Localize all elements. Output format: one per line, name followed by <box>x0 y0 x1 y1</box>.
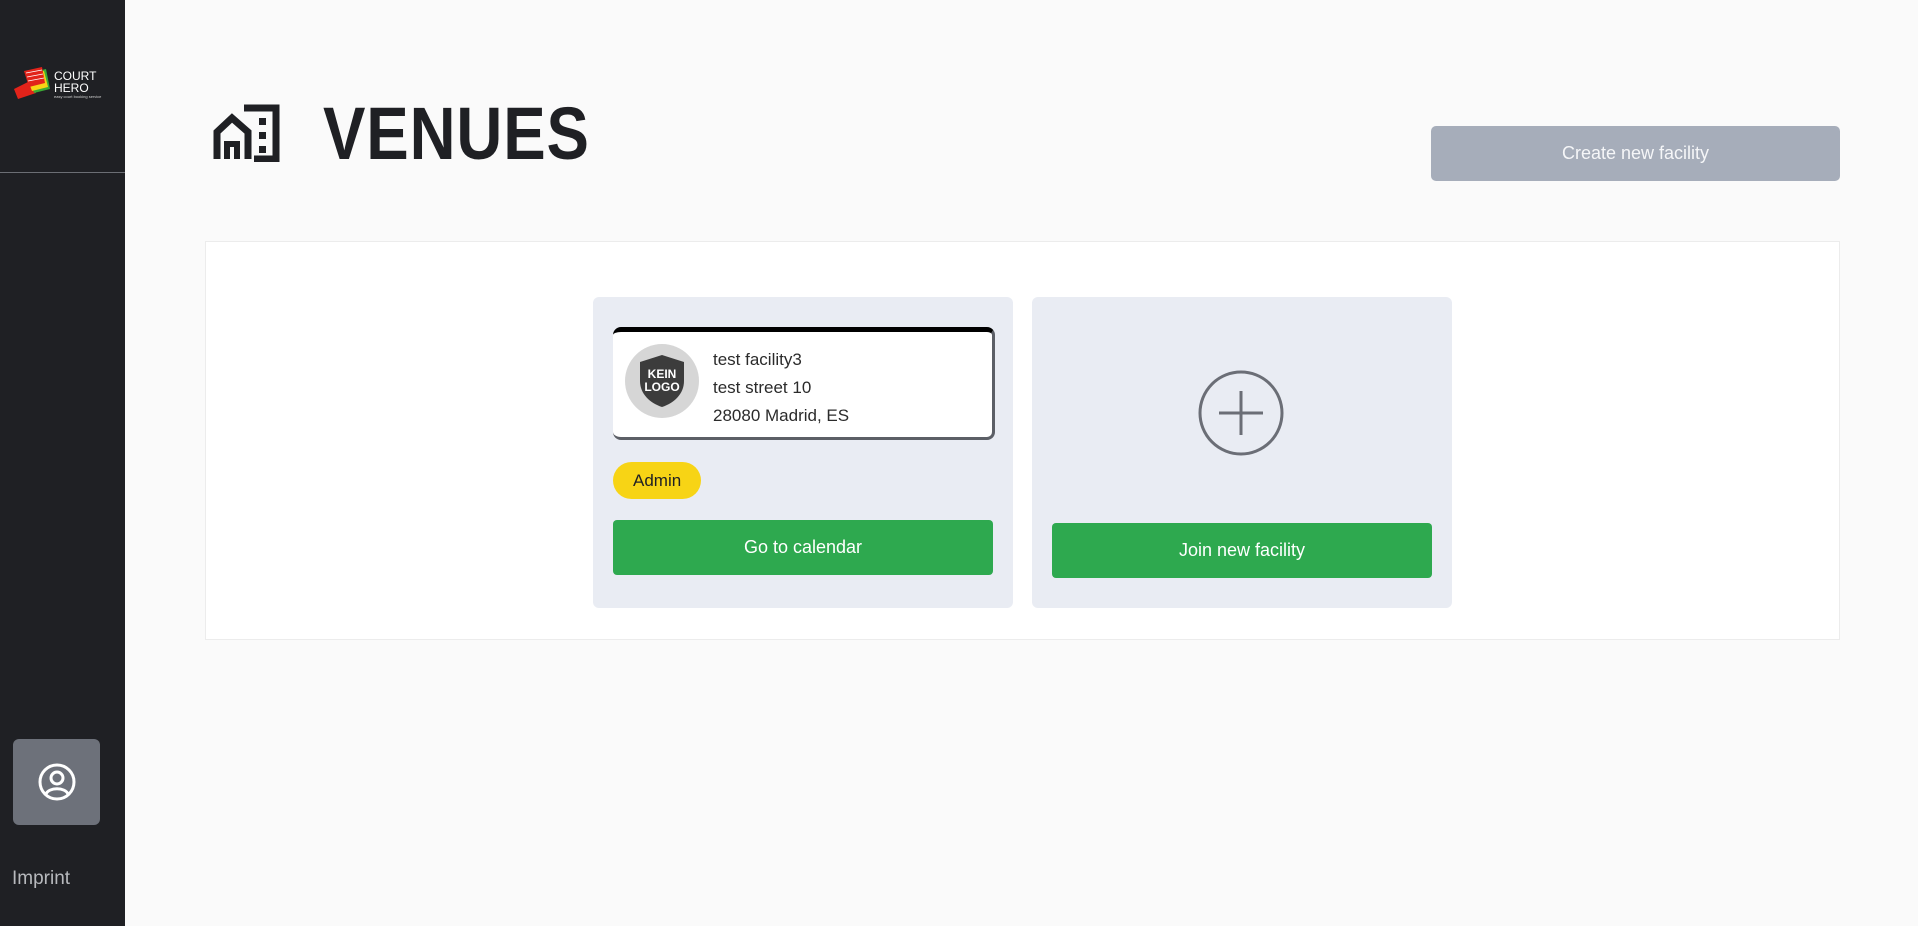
create-facility-button[interactable]: Create new facility <box>1431 126 1840 181</box>
no-logo-line-1: KEIN <box>648 367 677 381</box>
page-title: VENUES <box>323 92 590 175</box>
plus-circle-icon[interactable] <box>1198 370 1284 456</box>
venues-panel <box>205 241 1840 640</box>
court-hero-logo[interactable]: COURT HERO easy court booking service <box>12 66 102 102</box>
facility-name: test facility3 <box>713 350 802 369</box>
logo-line-hero: HERO <box>54 80 89 95</box>
imprint-link[interactable]: Imprint <box>12 868 70 890</box>
facility-card: KEIN LOGO test facility3 test street 10 … <box>593 297 1013 608</box>
facility-logo: KEIN LOGO <box>625 344 699 418</box>
role-badge: Admin <box>613 462 702 499</box>
facility-city: 28080 Madrid, ES <box>713 406 850 425</box>
go-to-calendar-button[interactable]: Go to calendar <box>613 520 993 575</box>
user-circle-icon <box>38 763 75 801</box>
join-new-facility-button[interactable]: Join new facility <box>1052 523 1432 578</box>
profile-button[interactable] <box>13 739 100 825</box>
facility-street: test street 10 <box>713 378 812 397</box>
buildings-icon <box>213 104 280 162</box>
join-facility-card: Join new facility <box>1032 297 1452 608</box>
sidebar: COURT HERO easy court booking service Im… <box>0 0 125 926</box>
facility-details: test facility3 test street 10 28080 Madr… <box>713 346 849 430</box>
facility-info[interactable]: KEIN LOGO test facility3 test street 10 … <box>613 327 995 440</box>
logo-mark-icon <box>14 67 50 99</box>
sidebar-divider <box>0 172 125 173</box>
no-logo-shield-icon: KEIN LOGO <box>640 355 684 407</box>
no-logo-line-2: LOGO <box>644 380 679 394</box>
logo-wordmark: COURT HERO easy court booking service <box>54 70 101 99</box>
logo-tagline: easy court booking service <box>54 93 102 99</box>
